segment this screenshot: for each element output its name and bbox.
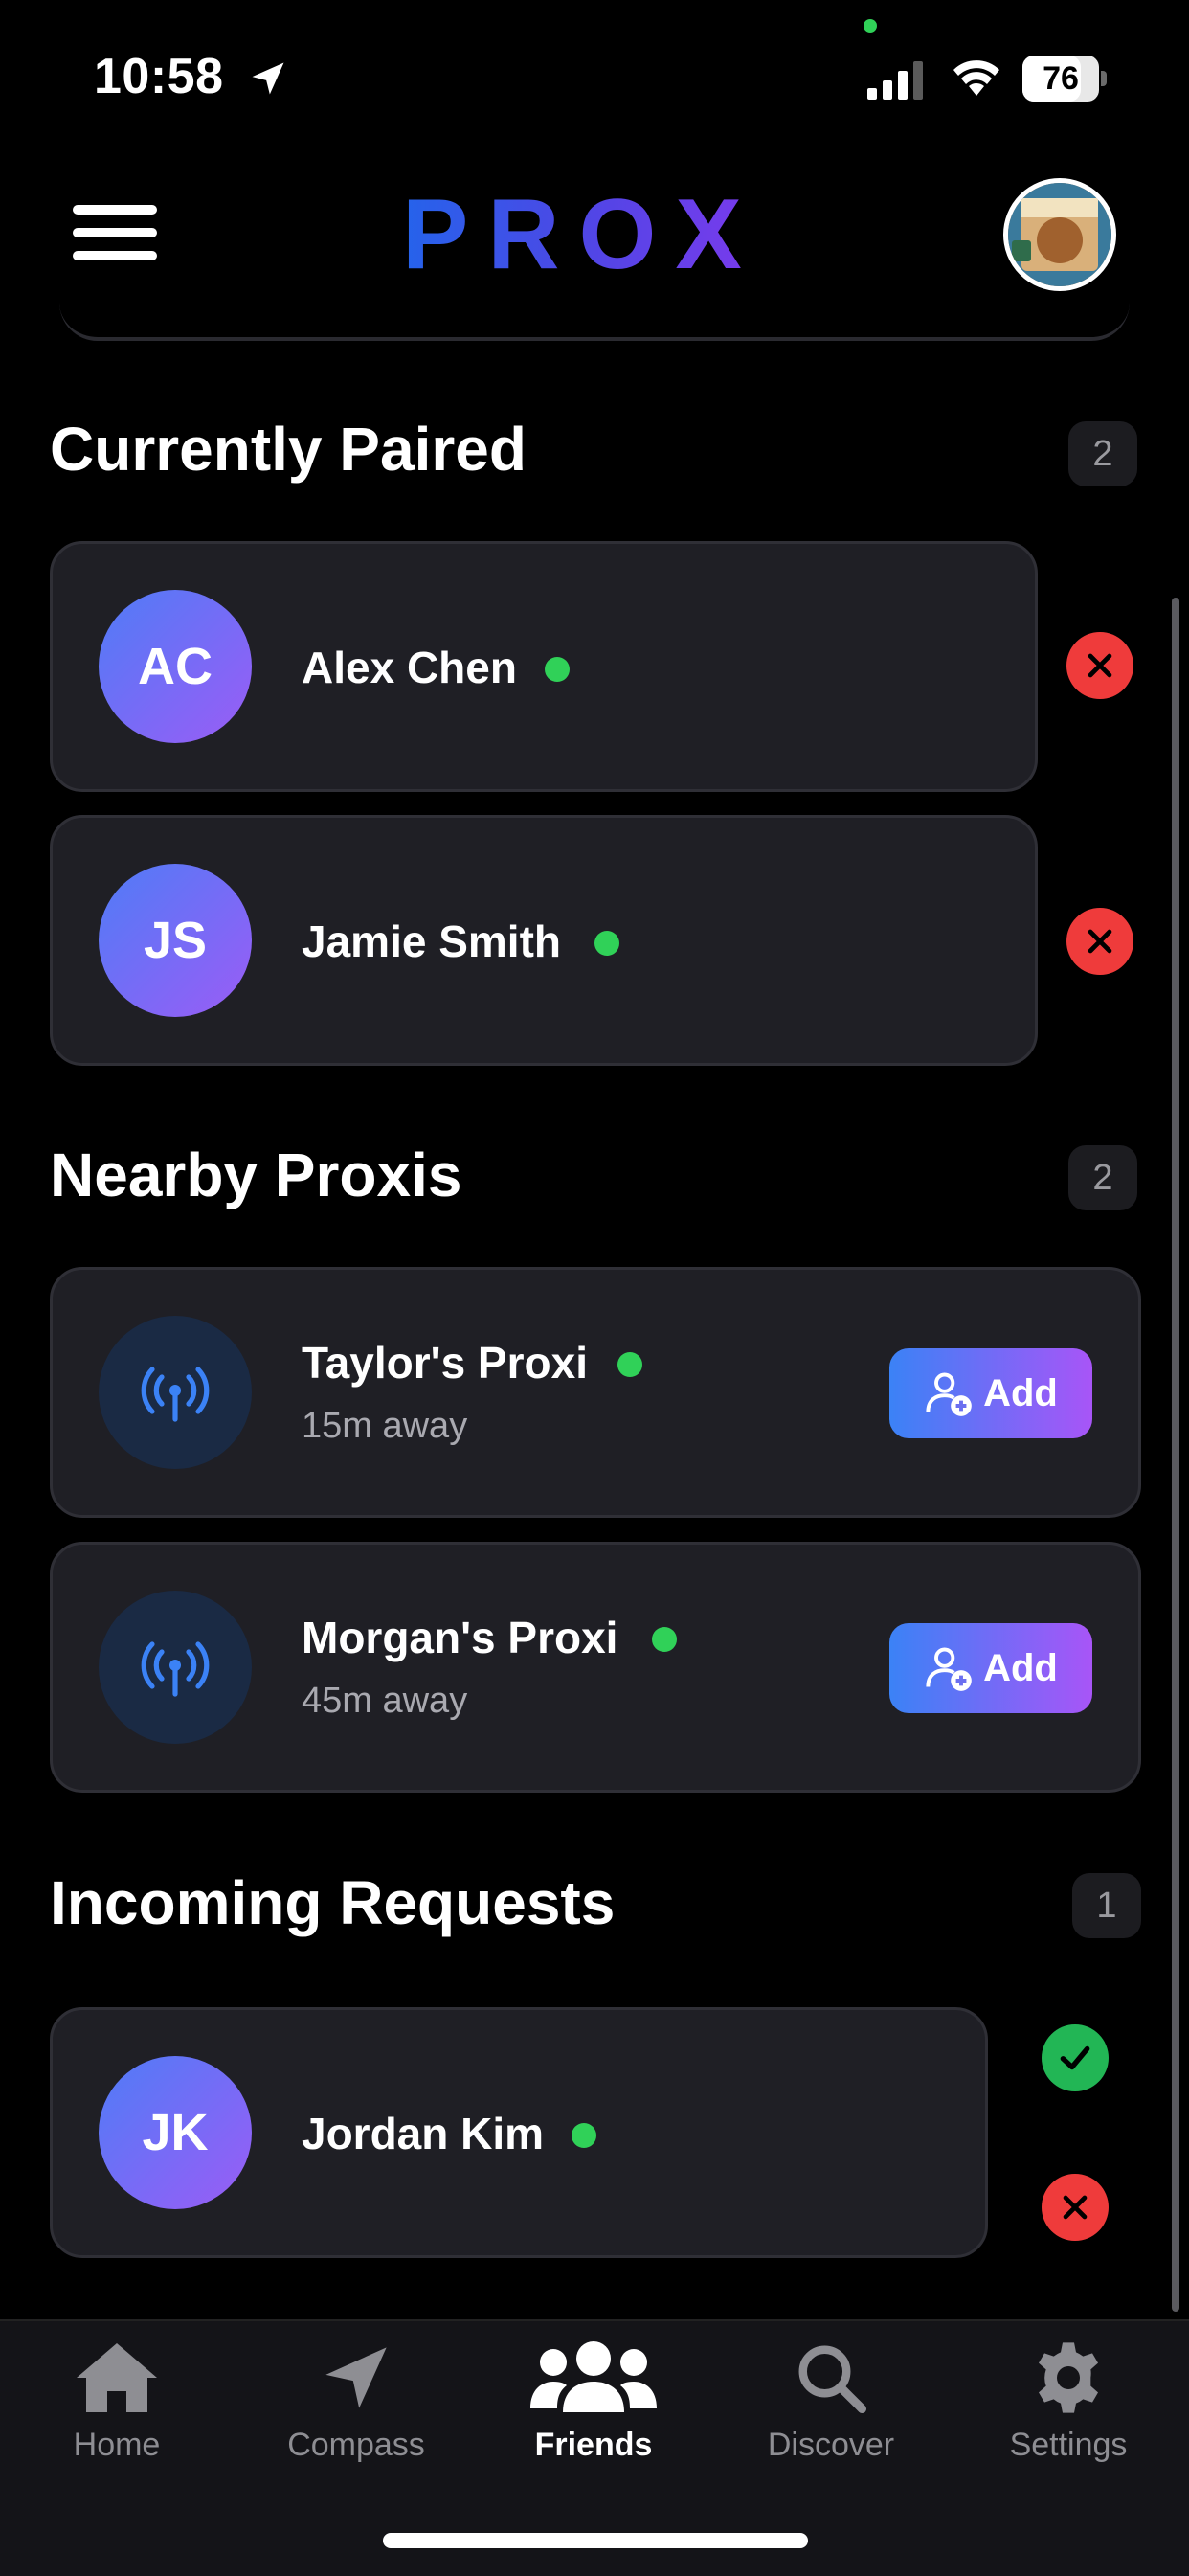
unpair-button[interactable]	[1066, 632, 1133, 699]
add-proxi-button[interactable]: Add	[889, 1623, 1092, 1713]
broadcast-icon	[141, 1367, 210, 1422]
requester-name: Jordan Kim	[302, 2109, 545, 2158]
proxi-device	[99, 1316, 252, 1469]
status-time: 10:58	[94, 49, 224, 104]
proxi-distance: 15m away	[302, 1406, 468, 1446]
tab-label: Home	[73, 2427, 161, 2463]
avatar-initials: AC	[99, 590, 252, 743]
friend-name: Alex Chen	[302, 643, 517, 692]
tab-label: Friends	[534, 2427, 653, 2463]
wifi-icon	[953, 60, 999, 96]
scrollbar[interactable]	[1172, 598, 1179, 2312]
section-title-incoming: Incoming Requests	[50, 1868, 616, 1937]
online-status-dot	[617, 1352, 642, 1377]
tab-label: Discover	[767, 2427, 895, 2463]
compass-icon	[325, 2347, 387, 2408]
broadcast-icon	[141, 1641, 210, 1697]
proxi-distance: 45m away	[302, 1681, 468, 1721]
add-user-icon	[926, 1647, 972, 1691]
close-icon	[1088, 929, 1112, 954]
nearby-card[interactable]: Morgan's Proxi 45m away Add	[50, 1542, 1141, 1793]
profile-photo-image	[1008, 183, 1111, 286]
menu-button[interactable]	[69, 201, 161, 264]
tab-home[interactable]: Home	[21, 2335, 213, 2464]
nearby-count-badge: 2	[1068, 1145, 1137, 1210]
paired-card[interactable]: AC Alex Chen	[50, 541, 1038, 792]
accept-request-button[interactable]	[1042, 2024, 1109, 2091]
search-icon	[798, 2345, 867, 2414]
add-button-label: Add	[983, 1646, 1058, 1689]
section-title-nearby: Nearby Proxis	[50, 1141, 462, 1209]
battery-icon: 76	[1022, 56, 1109, 103]
tab-friends[interactable]: Friends	[498, 2335, 689, 2464]
nearby-card[interactable]: Taylor's Proxi 15m away Add	[50, 1267, 1141, 1518]
battery-level: 76	[1043, 60, 1079, 97]
avatar-initials: JK	[99, 2056, 252, 2209]
section-title-paired: Currently Paired	[50, 415, 527, 484]
incoming-count-badge: 1	[1072, 1873, 1141, 1938]
friend-name: Jamie Smith	[302, 916, 561, 966]
tab-label: Settings	[1009, 2427, 1128, 2463]
paired-count-badge: 2	[1068, 421, 1137, 486]
online-status-dot	[594, 931, 619, 956]
gear-icon	[1039, 2342, 1098, 2413]
unpair-button[interactable]	[1066, 908, 1133, 975]
check-icon	[1060, 2045, 1090, 2070]
home-indicator[interactable]	[383, 2533, 808, 2548]
tab-discover[interactable]: Discover	[735, 2335, 927, 2464]
previous-card-edge	[59, 278, 1130, 341]
proxi-name: Morgan's Proxi	[302, 1613, 618, 1662]
online-status-dot	[652, 1627, 677, 1652]
add-proxi-button[interactable]: Add	[889, 1348, 1092, 1438]
app-logo: PROXI	[402, 179, 808, 290]
home-icon	[77, 2343, 157, 2412]
tab-label: Compass	[287, 2427, 425, 2463]
location-arrow-icon	[252, 62, 284, 95]
decline-request-button[interactable]	[1042, 2174, 1109, 2241]
friends-icon	[530, 2341, 657, 2412]
request-card[interactable]: JK Jordan Kim	[50, 2007, 988, 2258]
add-user-icon	[926, 1372, 972, 1416]
avatar-initials: JS	[99, 864, 252, 1017]
cellular-signal-icon	[867, 61, 923, 100]
tab-settings[interactable]: Settings	[973, 2335, 1164, 2464]
close-icon	[1088, 653, 1112, 678]
proxi-name: Taylor's Proxi	[302, 1338, 588, 1388]
paired-card[interactable]: JS Jamie Smith	[50, 815, 1038, 1066]
online-status-dot	[572, 2123, 596, 2148]
close-icon	[1063, 2195, 1088, 2220]
proxi-device	[99, 1591, 252, 1744]
add-button-label: Add	[983, 1371, 1058, 1414]
tab-compass[interactable]: Compass	[260, 2335, 452, 2464]
privacy-indicator	[864, 19, 877, 33]
profile-avatar[interactable]	[1003, 178, 1116, 291]
online-status-dot	[545, 657, 570, 682]
